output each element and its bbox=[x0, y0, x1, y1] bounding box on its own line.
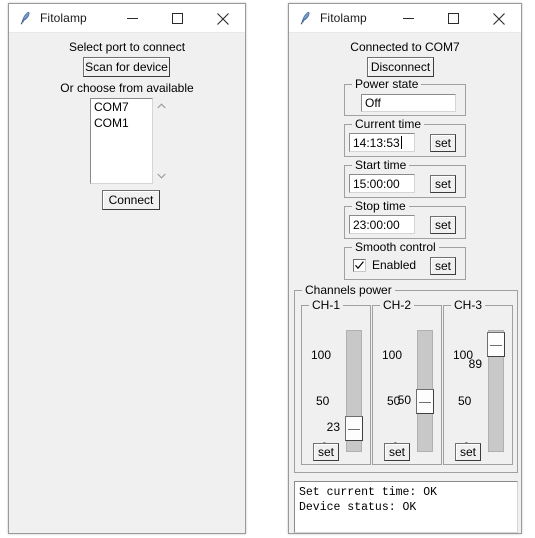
start-time-group: Start time 15:00:00 set bbox=[344, 158, 466, 198]
set-channel-3-button[interactable]: set bbox=[455, 443, 481, 461]
channels-power-legend: Channels power bbox=[302, 283, 395, 297]
channel-1-legend: CH-1 bbox=[309, 298, 344, 312]
feather-icon bbox=[300, 11, 310, 25]
log-line: Set current time: OK bbox=[299, 486, 438, 499]
smooth-control-legend: Smooth control bbox=[352, 240, 439, 254]
smooth-enabled-label: Enabled bbox=[372, 258, 417, 272]
scan-window-client: Select port to connect Scan for device O… bbox=[9, 33, 245, 533]
current-time-input[interactable]: 14:13:53 bbox=[349, 133, 415, 152]
maximize-icon bbox=[448, 13, 459, 24]
channel-1-group: CH-1 100 50 0 23 set bbox=[301, 298, 371, 465]
channel-3-slider-handle[interactable] bbox=[487, 332, 505, 357]
channel-1-value: 23 bbox=[326, 420, 340, 434]
minimize-button[interactable] bbox=[110, 4, 155, 33]
chevron-down-icon bbox=[156, 173, 166, 179]
current-time-group: Current time 14:13:53 set bbox=[344, 117, 466, 157]
stop-time-input[interactable]: 23:00:00 bbox=[349, 215, 415, 234]
channel-2-tick-100: 100 bbox=[382, 348, 403, 362]
channel-1-tick-100: 100 bbox=[311, 348, 332, 362]
choose-from-available-label: Or choose from available bbox=[60, 81, 194, 95]
channel-3-group: CH-3 100 50 0 89 set bbox=[443, 298, 513, 465]
close-button[interactable] bbox=[476, 4, 521, 33]
set-current-time-button[interactable]: set bbox=[430, 134, 456, 152]
start-time-legend: Start time bbox=[352, 158, 410, 172]
control-window-controls bbox=[386, 4, 521, 33]
set-stop-time-button[interactable]: set bbox=[430, 216, 456, 234]
close-icon bbox=[492, 12, 505, 25]
power-state-group: Power state Off bbox=[344, 77, 466, 116]
maximize-button[interactable] bbox=[431, 4, 476, 33]
scroll-up-arrow[interactable] bbox=[153, 98, 169, 114]
maximize-icon bbox=[172, 13, 183, 24]
set-channel-1-button[interactable]: set bbox=[313, 443, 339, 461]
channel-2-group: CH-2 100 50 0 50 set bbox=[372, 298, 442, 465]
minimize-icon bbox=[403, 18, 414, 19]
channel-2-value: 50 bbox=[397, 393, 411, 407]
current-time-value: 14:13:53 bbox=[353, 135, 400, 150]
port-listbox[interactable]: COM7 COM1 bbox=[90, 98, 153, 184]
list-item[interactable]: COM1 bbox=[91, 115, 152, 131]
control-window: Fitolamp Connected to COM7 Disconnect Po… bbox=[288, 3, 522, 534]
start-time-input[interactable]: 15:00:00 bbox=[349, 174, 415, 193]
list-item[interactable]: COM7 bbox=[91, 99, 152, 115]
channel-2-slider-handle[interactable] bbox=[416, 389, 434, 414]
scan-window-titlebar: Fitolamp bbox=[9, 4, 245, 33]
log-output[interactable]: Set current time: OK Device status: OK bbox=[294, 481, 518, 533]
stop-time-group: Stop time 23:00:00 set bbox=[344, 199, 466, 239]
control-window-client: Connected to COM7 Disconnect Power state… bbox=[289, 33, 521, 533]
power-state-legend: Power state bbox=[352, 77, 422, 91]
connection-status-label: Connected to COM7 bbox=[350, 40, 460, 54]
scan-window: Fitolamp Select port to connect Scan for… bbox=[8, 3, 246, 534]
connect-button[interactable]: Connect bbox=[102, 190, 160, 210]
channels-power-group: Channels power CH-1 100 50 0 23 set CH-2… bbox=[294, 283, 518, 473]
port-list-scrollbar[interactable] bbox=[153, 98, 169, 184]
channel-2-legend: CH-2 bbox=[380, 298, 415, 312]
current-time-legend: Current time bbox=[352, 117, 425, 131]
scroll-down-arrow[interactable] bbox=[153, 168, 169, 184]
channel-1-tick-50: 50 bbox=[316, 394, 330, 408]
check-icon bbox=[355, 260, 364, 269]
chevron-up-icon bbox=[156, 103, 166, 109]
text-caret bbox=[400, 136, 402, 149]
control-window-titlebar: Fitolamp bbox=[289, 4, 521, 33]
maximize-button[interactable] bbox=[155, 4, 200, 33]
set-start-time-button[interactable]: set bbox=[430, 175, 456, 193]
channel-3-value: 89 bbox=[468, 357, 482, 371]
set-smooth-control-button[interactable]: set bbox=[430, 257, 456, 275]
channel-3-tick-50: 50 bbox=[458, 394, 472, 408]
feather-icon bbox=[20, 11, 30, 25]
stop-time-legend: Stop time bbox=[352, 199, 409, 213]
select-port-label: Select port to connect bbox=[68, 40, 186, 54]
minimize-icon bbox=[127, 18, 138, 19]
power-state-value: Off bbox=[361, 94, 456, 112]
close-icon bbox=[216, 12, 229, 25]
minimize-button[interactable] bbox=[386, 4, 431, 33]
checkbox-box bbox=[353, 258, 366, 272]
channel-1-slider-handle[interactable] bbox=[345, 416, 363, 441]
log-line: Device status: OK bbox=[299, 501, 417, 514]
scan-window-title: Fitolamp bbox=[40, 11, 87, 25]
screen: Fitolamp Select port to connect Scan for… bbox=[0, 0, 535, 538]
smooth-enabled-checkbox[interactable]: Enabled bbox=[353, 258, 416, 272]
control-window-title: Fitolamp bbox=[320, 11, 367, 25]
channel-3-legend: CH-3 bbox=[451, 298, 486, 312]
smooth-control-group: Smooth control Enabled set bbox=[344, 240, 466, 280]
scan-for-device-button[interactable]: Scan for device bbox=[83, 57, 170, 77]
disconnect-button[interactable]: Disconnect bbox=[367, 57, 434, 77]
close-button[interactable] bbox=[200, 4, 245, 33]
set-channel-2-button[interactable]: set bbox=[384, 443, 410, 461]
scan-window-controls bbox=[110, 4, 245, 33]
